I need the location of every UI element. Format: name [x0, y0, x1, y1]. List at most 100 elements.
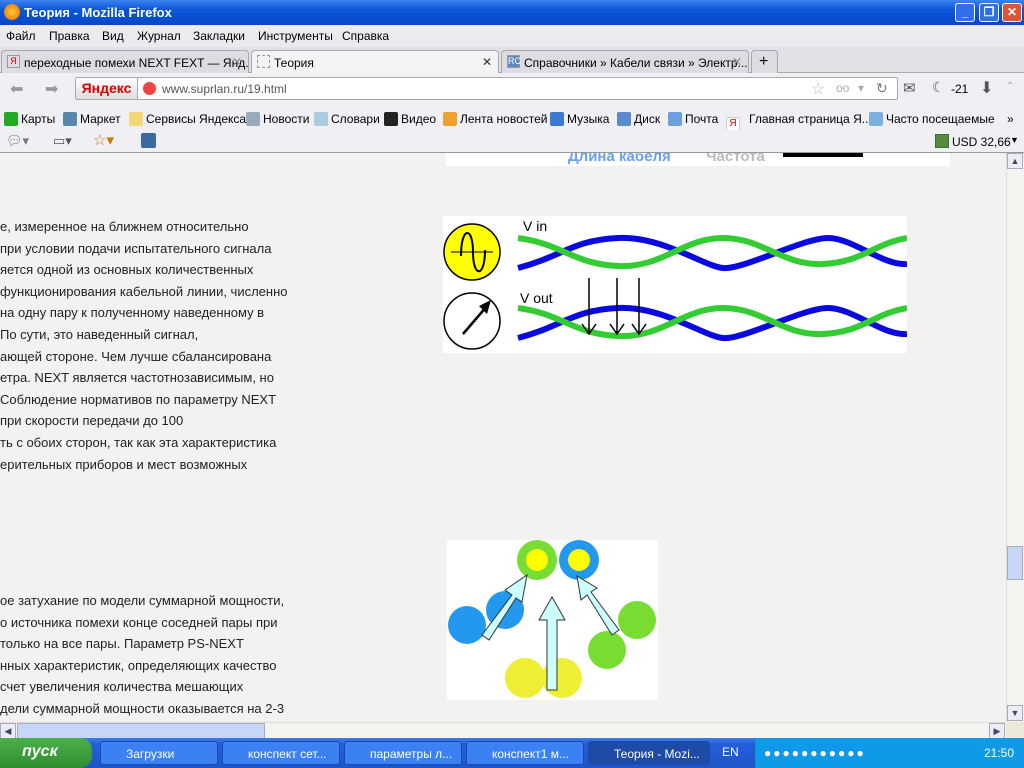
- text-line: при скорости передачи до 100: [0, 413, 184, 429]
- text-line: о источника помехи конце соседней пары п…: [0, 614, 278, 630]
- text-line: дели суммарной мощности оказывается на 2…: [0, 701, 285, 716]
- weather-moon-icon[interactable]: ☾: [932, 79, 945, 96]
- task-label: Загрузки: [126, 747, 175, 761]
- bookmark-maps[interactable]: Карты: [4, 112, 55, 126]
- bookmark-star-icon[interactable]: ☆: [811, 79, 825, 99]
- url-bar[interactable]: Яндекс www.suprlan.ru/19.html ☆ oo ▾ ↻: [75, 77, 898, 100]
- menu-bar: Файл Правка Вид Журнал Закладки Инструме…: [0, 25, 1024, 47]
- tab-theory[interactable]: Теория ✕: [251, 50, 499, 73]
- more-bookmarks-chevron[interactable]: »: [1007, 112, 1014, 126]
- bookmark-dictionaries[interactable]: Словари: [314, 112, 380, 126]
- menu-history[interactable]: Журнал: [137, 29, 181, 43]
- comment-bubble-icon[interactable]: 💬︎▾: [6, 133, 29, 149]
- yandex-button[interactable]: Яндекс: [76, 78, 138, 99]
- dictionary-icon: [314, 112, 328, 126]
- reader-glasses-icon[interactable]: oo: [836, 81, 849, 95]
- text-line: функционирования кабельной линии, числен…: [0, 283, 288, 299]
- menu-view[interactable]: Вид: [102, 29, 124, 43]
- new-tab-button[interactable]: +: [751, 50, 778, 73]
- close-tab-icon[interactable]: ✕: [232, 55, 242, 69]
- scroll-right-button[interactable]: ▶: [989, 723, 1005, 739]
- window-title: Теория - Mozilla Firefox: [24, 5, 172, 20]
- horizontal-scrollbar[interactable]: ◀ ▶: [0, 722, 1006, 739]
- currency-dropdown-icon[interactable]: ▼: [1010, 135, 1019, 145]
- menu-edit[interactable]: Правка: [49, 29, 90, 43]
- close-button[interactable]: ✕: [1002, 3, 1022, 22]
- vin-label: V in: [523, 218, 547, 234]
- currency-rate[interactable]: USD 32,66: [952, 135, 1011, 149]
- wallet-icon[interactable]: ▭▾: [53, 133, 72, 149]
- bookmark-disk[interactable]: Диск: [617, 112, 660, 126]
- text-line: при условии подачи испытательного сигнал…: [0, 240, 272, 256]
- task-label: конспект1 м...: [492, 747, 569, 761]
- menu-help[interactable]: Справка: [342, 29, 389, 43]
- frequency-label: Частота: [706, 153, 765, 165]
- bookmark-feed[interactable]: Лента новостей: [443, 112, 548, 126]
- task-label: параметры л...: [370, 747, 453, 761]
- minimize-button[interactable]: _: [955, 3, 975, 22]
- scroll-left-button[interactable]: ◀: [0, 723, 16, 739]
- navigation-bar: ⬅ ➡ Яндекс www.suprlan.ru/19.html ☆ oo ▾…: [0, 73, 1024, 105]
- menu-file[interactable]: Файл: [6, 29, 36, 43]
- page-icon: [257, 55, 270, 68]
- chart-icon: [935, 134, 949, 148]
- bookmark-market[interactable]: Маркет: [63, 112, 121, 126]
- search-folder-icon: [869, 112, 883, 126]
- collapse-icon[interactable]: ⌃: [1006, 81, 1014, 92]
- forward-button[interactable]: ➡: [45, 79, 58, 99]
- close-tab-icon[interactable]: ✕: [482, 55, 492, 69]
- scroll-thumb-horizontal[interactable]: [17, 723, 265, 739]
- menu-tools[interactable]: Инструменты: [258, 29, 333, 43]
- bookmark-video[interactable]: Видео: [384, 112, 436, 126]
- title-bar: Теория - Mozilla Firefox _ ❐ ✕: [0, 0, 1024, 25]
- bookmark-news[interactable]: Новости: [246, 112, 309, 126]
- crosstalk-diagram: V in V out: [443, 216, 907, 353]
- news-icon: [246, 112, 260, 126]
- bookmark-most-visited[interactable]: Часто посещаемые: [869, 112, 995, 126]
- url-text[interactable]: www.suprlan.ru/19.html: [162, 82, 287, 96]
- addon-icon[interactable]: [141, 133, 156, 148]
- weather-temperature: -21: [951, 82, 969, 96]
- back-button[interactable]: ⬅: [10, 79, 23, 99]
- text-line: на одну пару к полученному наведенному в: [0, 305, 265, 321]
- close-tab-icon[interactable]: ✕: [732, 55, 742, 69]
- scroll-thumb[interactable]: [1007, 546, 1023, 580]
- reload-icon[interactable]: ↻: [876, 80, 888, 97]
- bookmark-yandex-home[interactable]: Я Главная страница Я...: [726, 112, 872, 131]
- restore-button[interactable]: ❐: [979, 3, 999, 22]
- scroll-up-button[interactable]: ▲: [1007, 153, 1023, 169]
- start-button[interactable]: пуск: [0, 738, 92, 768]
- site-identity-icon[interactable]: [143, 82, 156, 95]
- language-indicator[interactable]: EN: [722, 745, 739, 759]
- mail-icon: [668, 112, 682, 126]
- task-downloads[interactable]: Загрузки: [100, 741, 218, 765]
- vertical-scrollbar[interactable]: ▲ ▼: [1006, 153, 1024, 722]
- task-word-doc[interactable]: параметры л...: [344, 741, 462, 765]
- header-image: Длина кабеля Частота: [446, 153, 950, 166]
- menu-bookmarks[interactable]: Закладки: [193, 29, 245, 43]
- tab-reference[interactable]: RC Справочники » Кабели связи » Электр...…: [501, 50, 749, 73]
- tab-yandex-search[interactable]: Япереходные помехи NEXT FEXT — Янд... ✕: [1, 50, 249, 73]
- task-konspekt1[interactable]: конспект1 м...: [466, 741, 584, 765]
- tray-icons[interactable]: ●●●●●●●●●●●: [764, 746, 866, 760]
- bookmark-mail[interactable]: Почта: [668, 112, 718, 126]
- task-firefox[interactable]: Теория - Mozi...: [588, 741, 710, 765]
- yandex-icon: Я: [7, 55, 20, 68]
- bookmark-services[interactable]: Сервисы Яндекса: [129, 112, 246, 126]
- cart-icon: [63, 112, 77, 126]
- tab-label: Справочники » Кабели связи » Электр...: [524, 56, 748, 70]
- scroll-down-button[interactable]: ▼: [1007, 705, 1023, 721]
- download-icon[interactable]: ⬇: [980, 78, 993, 98]
- rss-icon: [443, 112, 457, 126]
- task-label: конспект сет...: [248, 747, 327, 761]
- task-label: Теория - Mozi...: [614, 747, 700, 761]
- bookmark-music[interactable]: Музыка: [550, 112, 609, 126]
- dropdown-icon[interactable]: ▾: [858, 81, 864, 95]
- favorites-star-icon[interactable]: ☆▾: [93, 131, 114, 149]
- text-line: е, измеренное на ближнем относительно: [0, 219, 249, 234]
- disk-icon: [617, 112, 631, 126]
- text-line: ть с обоих сторон, так как эта характери…: [0, 435, 277, 450]
- mail-icon[interactable]: ✉: [903, 79, 916, 97]
- task-folder-konspekt[interactable]: конспект сет...: [222, 741, 340, 765]
- addon-toolbar: 💬︎▾ ▭▾ ☆▾ USD 32,66 ▼: [0, 130, 1024, 153]
